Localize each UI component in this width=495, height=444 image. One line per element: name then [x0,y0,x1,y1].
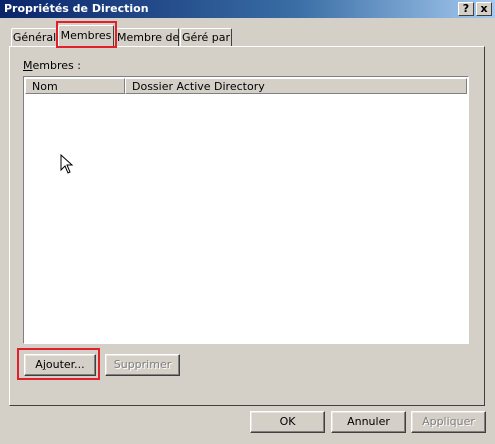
mouse-pointer-icon [60,154,74,174]
window-title: Propriétés de Direction [4,2,149,15]
close-button[interactable]: x [476,2,492,16]
apply-button[interactable]: Appliquer [411,411,486,433]
title-bar[interactable]: Propriétés de Direction ? x [0,0,495,18]
tab-general[interactable]: Général [11,28,58,46]
members-label-text: embres : [32,59,81,72]
add-button-highlight [17,348,100,380]
column-header-nom[interactable]: Nom [25,78,125,94]
ok-button[interactable]: OK [250,411,325,433]
remove-button[interactable]: Supprimer [105,354,180,376]
column-header-dossier[interactable]: Dossier Active Directory [125,78,467,94]
tab-gere-par[interactable]: Géré par [180,28,232,46]
tab-membre-de[interactable]: Membre de [116,28,179,46]
help-icon: ? [462,2,470,15]
members-list-header: Nom Dossier Active Directory [25,78,467,94]
help-button[interactable]: ? [458,2,474,16]
members-list[interactable]: Nom Dossier Active Directory [23,76,469,344]
members-label: Membres : [23,59,81,72]
tab-membres-highlight [56,21,117,48]
close-icon: x [480,2,488,15]
cancel-button[interactable]: Annuler [331,411,406,433]
properties-dialog: Propriétés de Direction ? x Général Memb… [0,0,495,444]
members-label-access-key: M [23,59,33,72]
